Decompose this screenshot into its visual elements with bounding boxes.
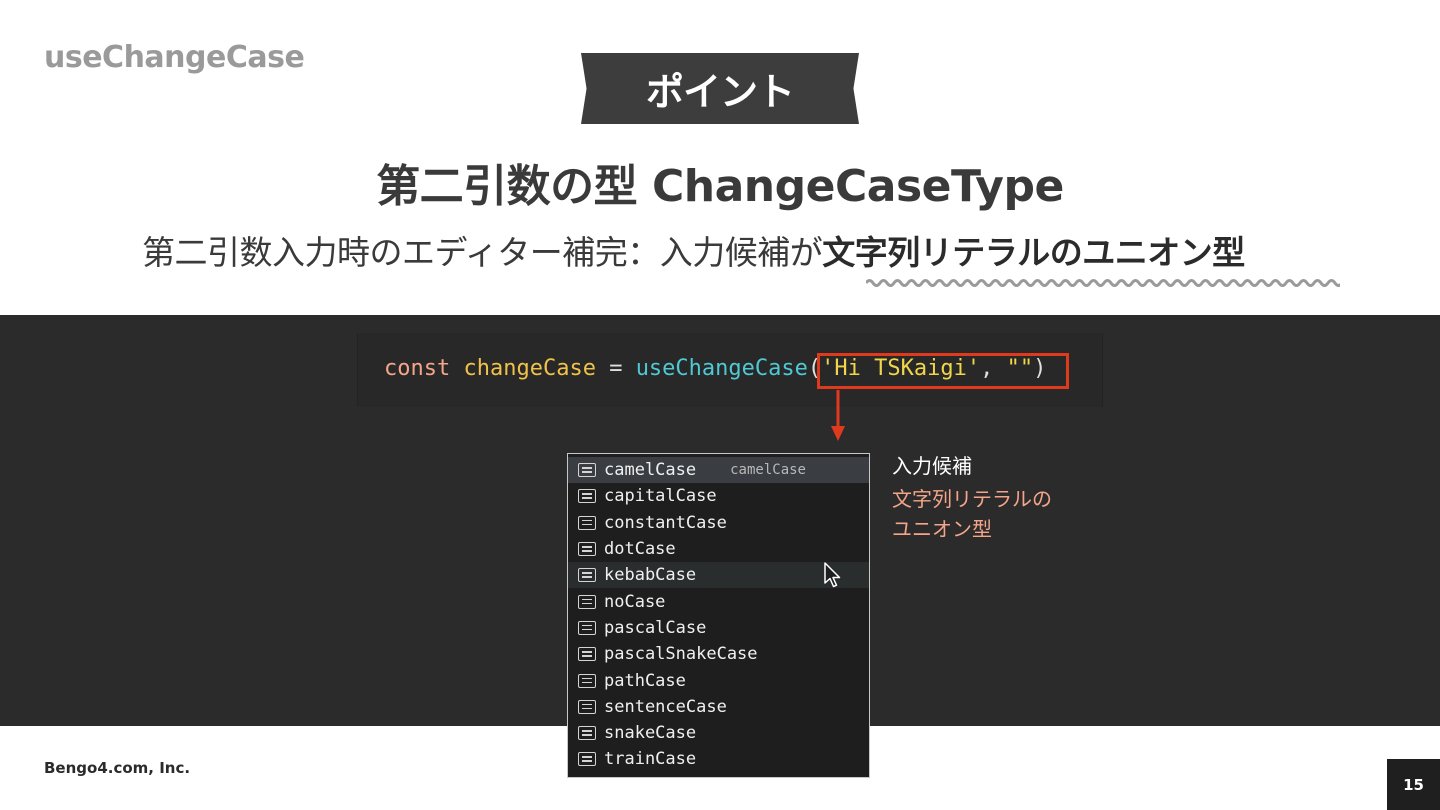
suggestion-item[interactable]: camelCase camelCase [568, 457, 869, 484]
point-banner-label: ポイント [645, 70, 795, 114]
suggestion-list[interactable]: camelCase camelCase capitalCase constant… [567, 453, 870, 778]
suggestion-label: noCase [604, 591, 666, 612]
suggestion-item[interactable]: sentenceCase [568, 694, 869, 720]
suggestion-item[interactable]: pathCase [568, 667, 869, 693]
note-label: 入力候補 [892, 454, 972, 478]
subheading-text: 第二引数入力時のエディター補完：入力候補が [142, 233, 823, 272]
suggestion-item[interactable]: noCase [568, 588, 869, 614]
wavy-underline [866, 279, 1340, 287]
subheading: 第二引数入力時のエディター補完：入力候補が文字列リテラルのユニオン型 [142, 226, 1245, 274]
text-icon [578, 463, 596, 478]
suggestion-label: constantCase [604, 512, 727, 533]
text-icon [578, 620, 596, 635]
suggestion-label: kebabCase [604, 565, 697, 586]
text-icon [578, 752, 596, 767]
note-accent-line-2: ユニオン型 [892, 517, 992, 541]
text-icon [578, 594, 596, 609]
code-variable: changeCase [463, 356, 596, 381]
text-icon [578, 699, 596, 714]
suggestion-item[interactable]: snakeCase [568, 720, 869, 746]
slide-heading: 第二引数の型 ChangeCaseType [376, 161, 1064, 212]
text-icon [578, 542, 596, 557]
text-icon [578, 568, 596, 583]
footer-company: Bengo4.com, Inc. [44, 759, 191, 777]
page-number-label: 15 [1403, 775, 1424, 794]
suggestion-item[interactable]: trainCase [568, 746, 869, 772]
deck-title: useChangeCase [44, 40, 305, 75]
mouse-cursor-icon [824, 562, 841, 588]
text-icon [578, 647, 596, 662]
text-icon [578, 673, 596, 688]
suggestion-label: snakeCase [604, 723, 697, 744]
page-number: 15 [1387, 759, 1440, 810]
code-keyword: const [384, 356, 451, 381]
code-operator: = [609, 356, 623, 381]
suggestion-label: trainCase [604, 749, 697, 770]
point-banner: ポイント [581, 53, 859, 124]
suggestion-label: sentenceCase [604, 696, 727, 717]
code-function: useChangeCase [635, 356, 808, 381]
suggestion-label: camelCase [604, 460, 697, 481]
suggestion-item[interactable]: constantCase [568, 510, 869, 536]
text-icon [578, 726, 596, 741]
note-accent-line-1: 文字列リテラルの [892, 487, 1052, 511]
text-icon [578, 489, 596, 504]
suggestion-item[interactable]: capitalCase [568, 483, 869, 509]
suggestion-label: pascalCase [604, 617, 707, 638]
suggestion-item[interactable]: pascalCase [568, 615, 869, 641]
subheading-emphasis: 文字列リテラルのユニオン型 [822, 233, 1245, 272]
suggestion-label: capitalCase [604, 486, 717, 507]
note-accent: 文字列リテラルの ユニオン型 [892, 484, 1052, 544]
suggestion-item[interactable]: pascalSnakeCase [568, 641, 869, 667]
argument-highlight-box [817, 353, 1069, 389]
suggestion-detail: camelCase [730, 462, 806, 479]
suggestion-item[interactable]: dotCase [568, 536, 869, 562]
down-arrow-icon [831, 390, 845, 441]
suggestion-label: pascalSnakeCase [604, 644, 758, 665]
suggestion-label: pathCase [604, 670, 686, 691]
text-icon [578, 515, 596, 530]
suggestion-label: dotCase [604, 539, 676, 560]
